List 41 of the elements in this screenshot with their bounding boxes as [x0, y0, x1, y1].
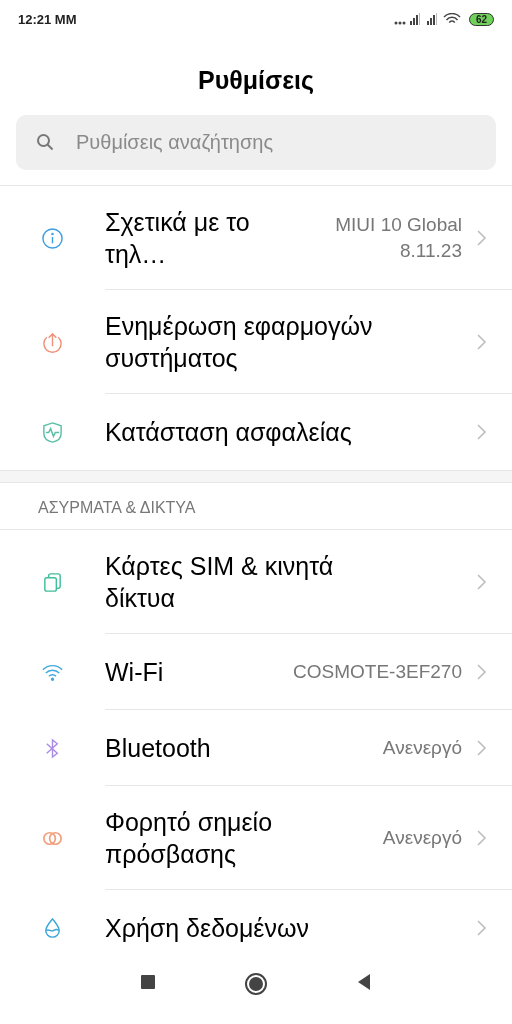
item-title: Κατάσταση ασφαλείας: [105, 417, 353, 448]
info-icon: [41, 226, 64, 250]
signal-icon: [393, 13, 464, 25]
chevron-right-icon: [474, 332, 488, 352]
settings-item[interactable]: Κάρτες SIM & κινητά δίκτυα: [0, 530, 512, 634]
settings-item[interactable]: Wi-Fi COSMOTE-3EF270: [0, 634, 512, 710]
settings-item[interactable]: Φορητό σημείο πρόσβασης Ανενεργό: [0, 786, 512, 890]
item-title: Φορητό σημείο πρόσβασης: [105, 807, 274, 870]
item-title: Bluetooth: [105, 733, 212, 764]
settings-item[interactable]: Σχετικά με το τηλ… MIUI 10 Global 8.11.23: [0, 186, 512, 290]
square-button[interactable]: [138, 972, 158, 992]
search-field[interactable]: Ρυθμίσεις αναζήτησης: [16, 115, 496, 170]
chevron-right-icon: [474, 828, 488, 848]
chevron-right-icon: [474, 662, 488, 682]
item-title: Κάρτες SIM & κινητά δίκτυα: [105, 551, 335, 614]
chevron-right-icon: [474, 918, 488, 938]
chevron-right-icon: [474, 572, 488, 592]
chevron-right-icon: [474, 422, 488, 442]
item-title: Ενημέρωση εφαρμογών συστήματος: [105, 311, 374, 374]
item-title: Σχετικά με το τηλ…: [105, 207, 251, 270]
item-value: COSMOTE-3EF270: [292, 660, 462, 684]
upload-icon: [41, 330, 64, 354]
battery-level: 62: [468, 12, 494, 26]
chevron-right-icon: [474, 738, 488, 758]
item-value: Ανενεργό: [381, 826, 462, 850]
settings-item[interactable]: Κατάσταση ασφαλείας: [0, 394, 512, 470]
status-time: 12:21 ΜΜ: [18, 11, 77, 27]
settings-item[interactable]: Bluetooth Ανενεργό: [0, 710, 512, 786]
page-title: Ρυθμίσεις: [197, 65, 315, 96]
item-value: MIUI 10 Global 8.11.23: [334, 213, 462, 263]
section-header: ΑΣΥΡΜΑΤΑ & ΔΙΚΤΥΑ: [0, 483, 512, 530]
home-button[interactable]: [244, 972, 268, 996]
settings-item[interactable]: Ενημέρωση εφαρμογών συστήματος: [0, 290, 512, 394]
settings-item[interactable]: Χρήση δεδομένων: [0, 890, 512, 966]
shield-icon: [41, 420, 64, 444]
item-title: Χρήση δεδομένων: [105, 913, 311, 944]
item-value: Ανενεργό: [381, 736, 462, 760]
item-title: Wi-Fi: [105, 657, 164, 688]
cards-icon: [41, 570, 64, 594]
chevron-right-icon: [474, 228, 488, 248]
search-icon: [36, 133, 54, 151]
